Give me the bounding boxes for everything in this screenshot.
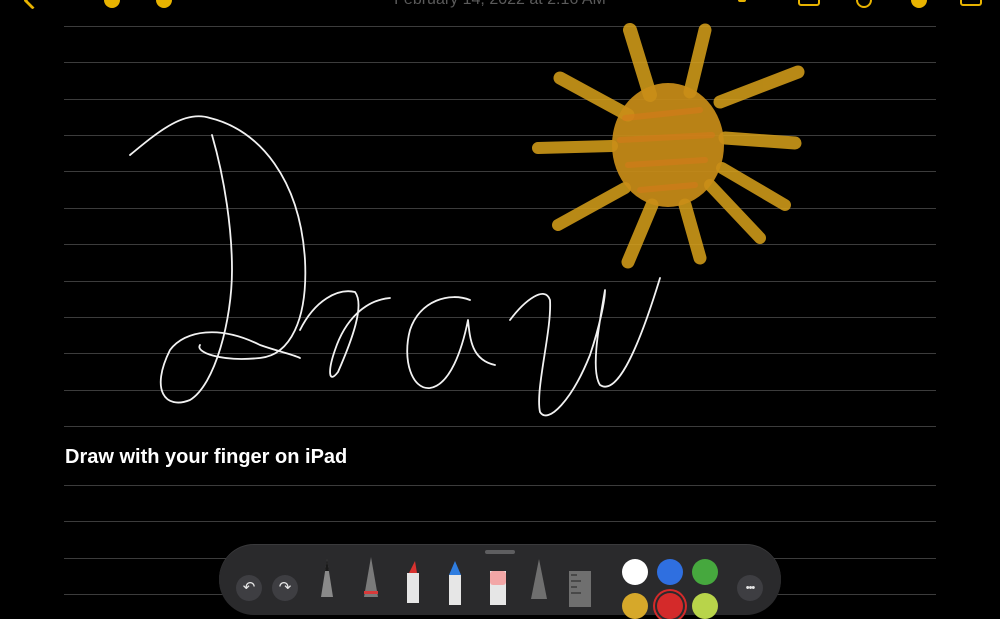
color-red-swatch[interactable] — [657, 593, 683, 619]
more-button[interactable]: ••• — [737, 575, 763, 601]
note-canvas[interactable]: Draw with your finger on iPad — [0, 0, 1000, 600]
color-blue-swatch[interactable] — [657, 559, 683, 585]
color-white-swatch[interactable] — [622, 559, 648, 585]
undo-button[interactable]: ↶ — [236, 575, 262, 601]
undo-icon: ↶ — [242, 579, 256, 596]
color-green-swatch[interactable] — [692, 559, 718, 585]
color-lime-swatch[interactable] — [692, 593, 718, 619]
palette-grabber[interactable] — [485, 550, 515, 554]
color-yellow-swatch[interactable] — [622, 593, 648, 619]
more-icon: ••• — [745, 582, 756, 594]
handwriting-draw — [129, 115, 661, 417]
sketch-drawing — [129, 23, 805, 417]
note-caption: Draw with your finger on iPad — [65, 446, 348, 468]
redo-icon: ↷ — [278, 579, 292, 596]
drawing-tool-palette: ↶ ↷ ••• — [219, 545, 781, 619]
redo-button[interactable]: ↷ — [272, 575, 298, 601]
